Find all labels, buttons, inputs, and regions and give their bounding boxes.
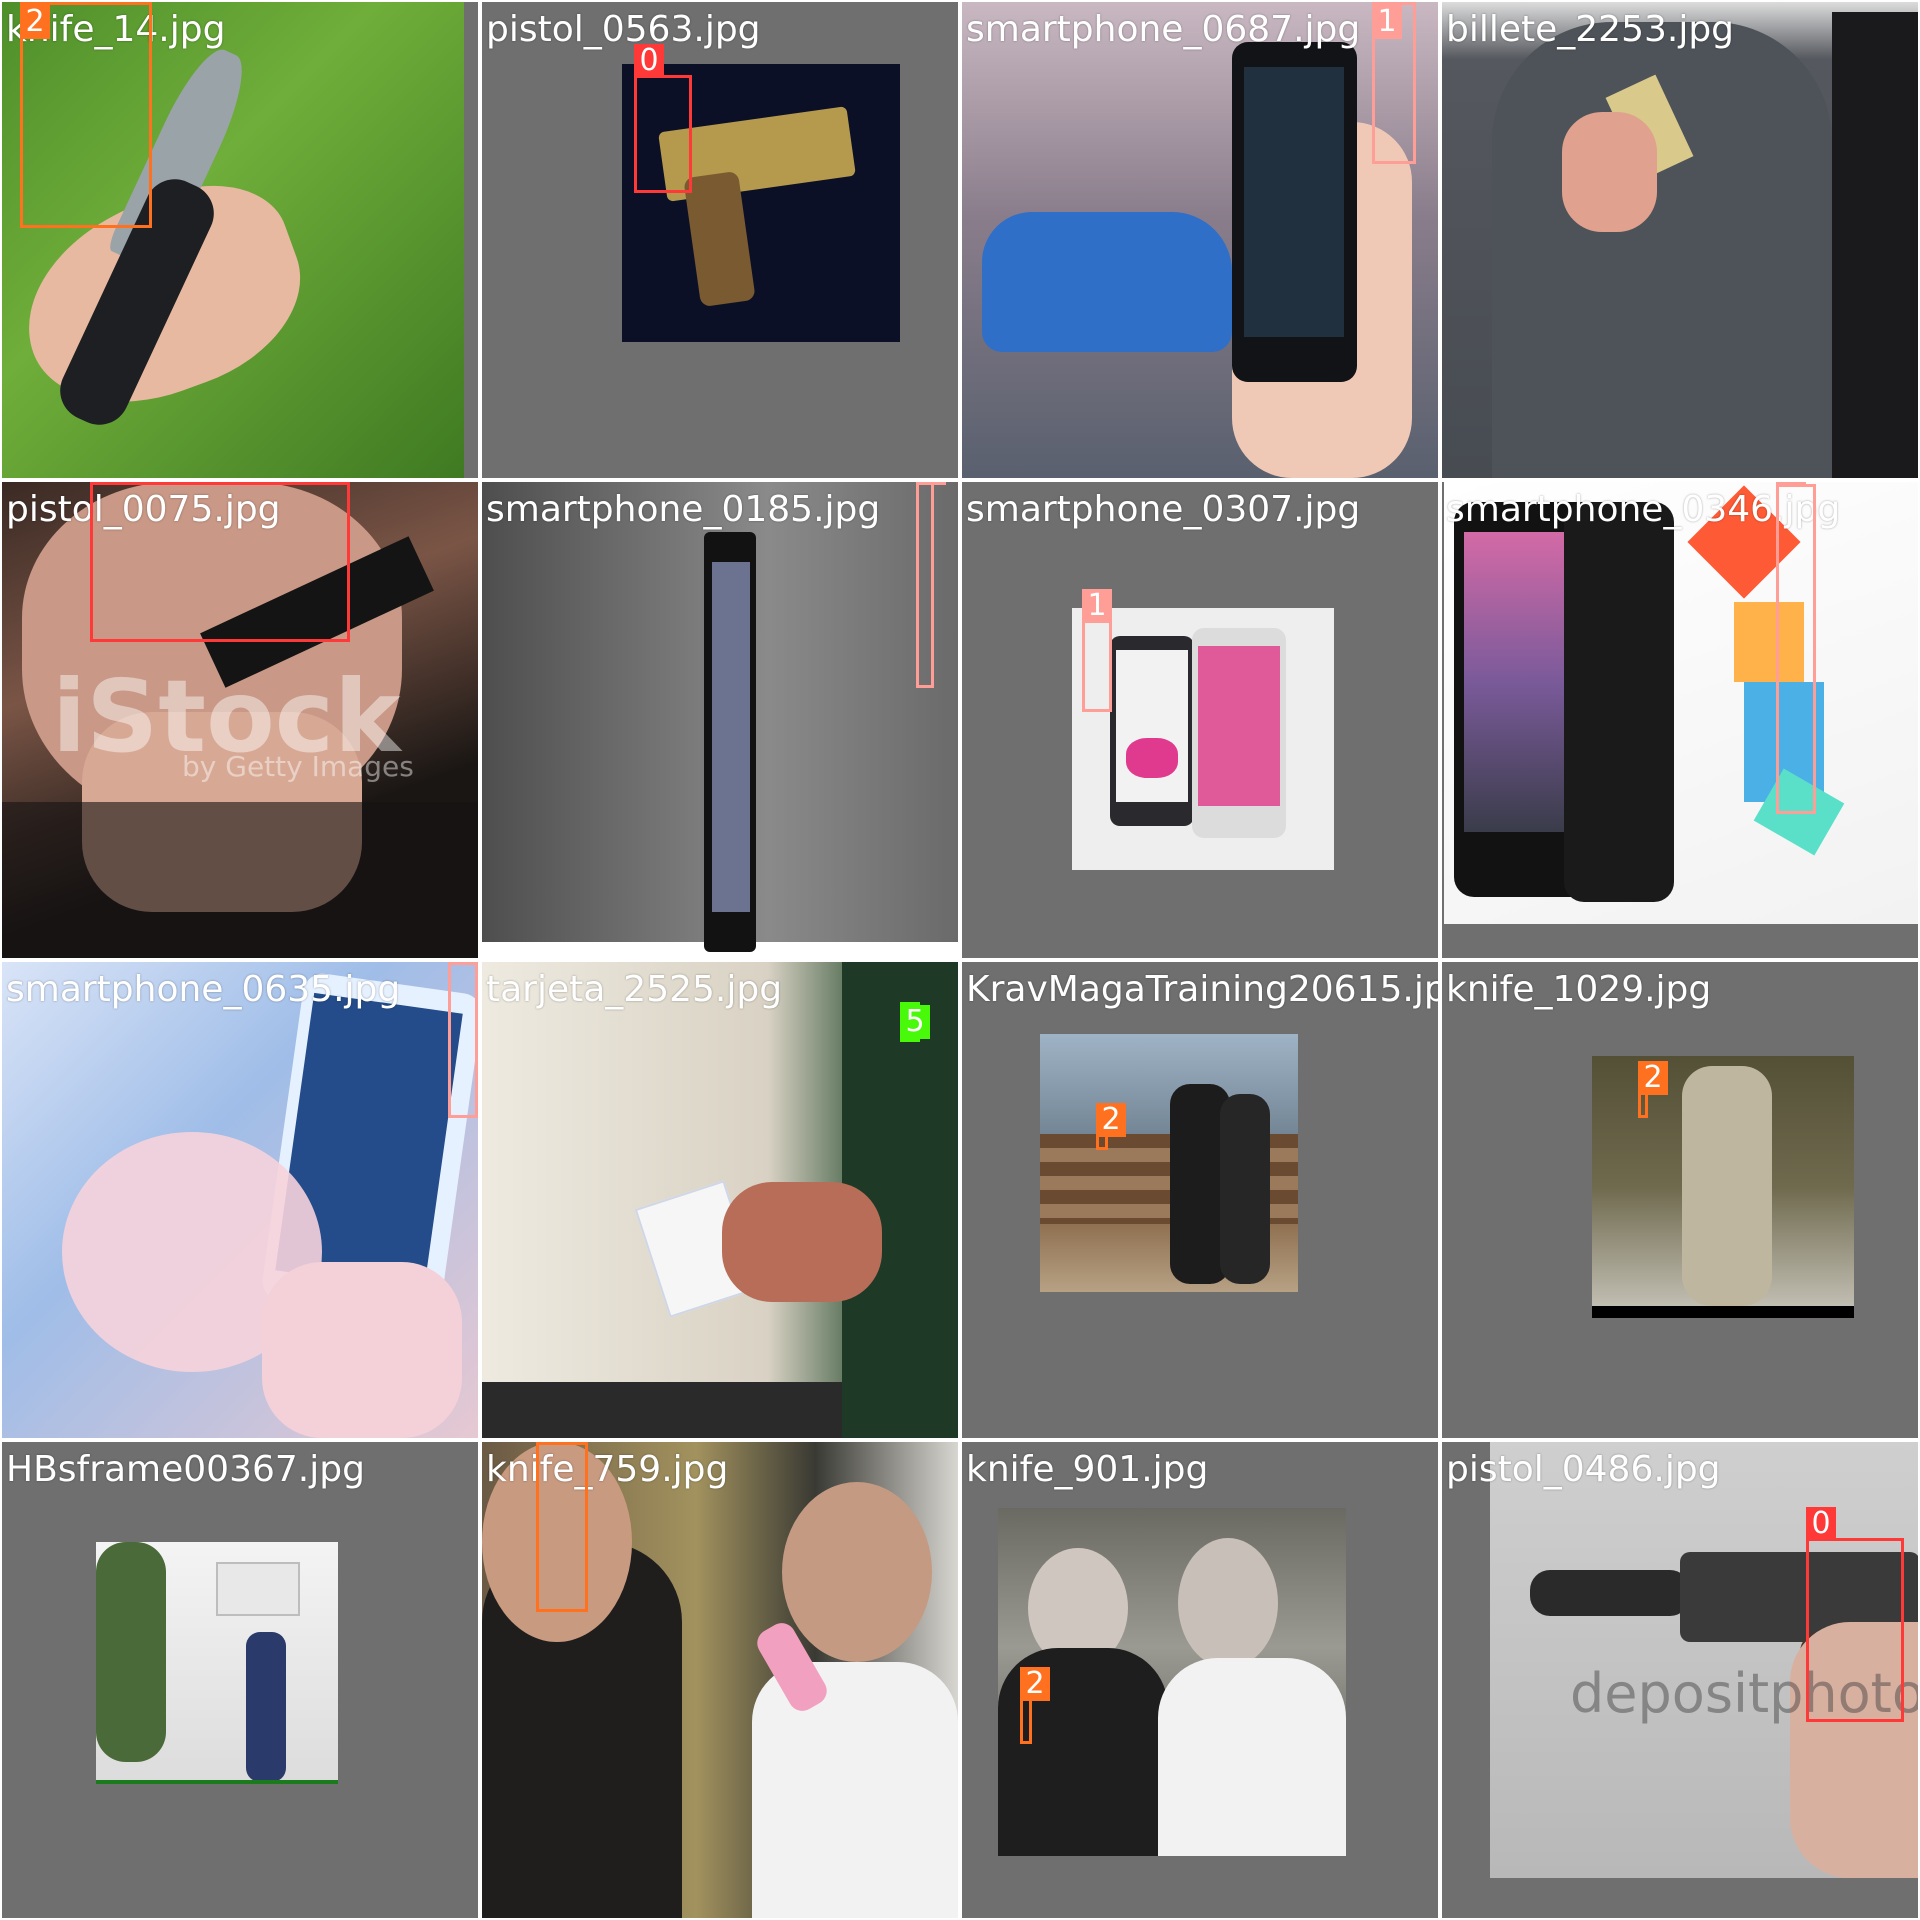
class-label: 1 — [448, 962, 478, 965]
detection-box: 1 — [1372, 2, 1416, 164]
photo — [1040, 1034, 1298, 1292]
tile-title: knife_1029.jpg — [1446, 969, 1712, 1010]
class-label: 0 — [634, 44, 664, 78]
tile-smartphone-0185[interactable]: smartphone_0185.jpg 1 — [482, 482, 958, 958]
detection-box: 2 — [1020, 1667, 1050, 1744]
tile-kravmaga-20615[interactable]: KravMagaTraining20615.jpg 2 — [962, 962, 1438, 1438]
detection-box: 2 — [536, 1442, 588, 1612]
photo — [482, 482, 958, 958]
detection-box: 2 — [1638, 1061, 1668, 1118]
class-label: 2 — [536, 1442, 566, 1445]
photo — [1592, 1056, 1854, 1318]
photo — [482, 962, 958, 1438]
tile-pistol-0486[interactable]: depositphotos pistol_0486.jpg 0 — [1442, 1442, 1918, 1918]
tile-knife-759[interactable]: knife_759.jpg 2 — [482, 1442, 958, 1918]
tile-knife-14[interactable]: knife_14.jpg 2 — [2, 2, 478, 478]
tile-title: pistol_0563.jpg — [486, 9, 761, 50]
detection-box: 1 — [1082, 589, 1112, 712]
detection-box: 0 — [1806, 1507, 1904, 1722]
tile-title: smartphone_0185.jpg — [486, 489, 881, 530]
tile-title: smartphone_0635.jpg — [6, 969, 401, 1010]
image-grid: knife_14.jpg 2 pistol_0563.jpg 0 smartph… — [0, 0, 1920, 1920]
class-label: 2 — [20, 5, 50, 39]
class-label: 2 — [1020, 1667, 1050, 1701]
photo — [1442, 2, 1918, 478]
getty-watermark: by Getty Images — [182, 750, 414, 783]
detection-box: 1 — [916, 482, 946, 688]
tile-title: billete_2253.jpg — [1446, 9, 1735, 50]
tile-smartphone-0635[interactable]: smartphone_0635.jpg 1 — [2, 962, 478, 1438]
photo — [96, 1542, 338, 1784]
tile-hbsframe-00367[interactable]: HBsframe00367.jpg — [2, 1442, 478, 1918]
tile-smartphone-0307[interactable]: smartphone_0307.jpg 1 — [962, 482, 1438, 958]
detection-box: 0 — [634, 44, 692, 193]
tile-billete-2253[interactable]: billete_2253.jpg — [1442, 2, 1918, 478]
detection-box: 0 — [90, 482, 350, 642]
class-label: 2 — [1638, 1061, 1668, 1095]
tile-tarjeta-2525[interactable]: tarjeta_2525.jpg 5 — [482, 962, 958, 1438]
tile-title: tarjeta_2525.jpg — [486, 969, 783, 1010]
tile-title: knife_759.jpg — [486, 1449, 729, 1490]
class-label: 1 — [1372, 5, 1402, 39]
tile-pistol-0563[interactable]: pistol_0563.jpg 0 — [482, 2, 958, 478]
class-label: 5 — [900, 1005, 930, 1039]
photo — [962, 2, 1438, 478]
class-label: 1 — [1082, 589, 1112, 623]
class-label: 1 — [916, 482, 946, 485]
photo — [2, 962, 478, 1438]
tile-title: KravMagaTraining20615.jpg — [966, 969, 1438, 1010]
photo — [1444, 482, 1918, 924]
class-label: 0 — [1806, 1507, 1836, 1541]
detection-box: 2 — [20, 2, 152, 228]
tile-knife-1029[interactable]: knife_1029.jpg 2 — [1442, 962, 1918, 1438]
tile-title: smartphone_0687.jpg — [966, 9, 1361, 50]
detection-box: 1 — [448, 962, 478, 1118]
tile-smartphone-0687[interactable]: smartphone_0687.jpg 1 — [962, 2, 1438, 478]
photo — [998, 1508, 1346, 1856]
tile-knife-901[interactable]: knife_901.jpg 2 — [962, 1442, 1438, 1918]
class-label: 2 — [1096, 1103, 1126, 1137]
tile-title: pistol_0486.jpg — [1446, 1449, 1721, 1490]
class-label: 1 — [1776, 482, 1806, 487]
detection-box: 5 — [900, 1002, 930, 1042]
tile-pistol-0075[interactable]: iStock by Getty Images pistol_0075.jpg 0 — [2, 482, 478, 958]
class-label: 0 — [90, 482, 120, 485]
detection-box: 1 — [1776, 482, 1816, 814]
tile-title: smartphone_0307.jpg — [966, 489, 1361, 530]
tile-title: knife_901.jpg — [966, 1449, 1209, 1490]
tile-title: HBsframe00367.jpg — [6, 1449, 365, 1490]
detection-box: 2 — [1096, 1103, 1126, 1150]
tile-smartphone-0346[interactable]: smartphone_0346.jpg 1 — [1442, 482, 1918, 958]
